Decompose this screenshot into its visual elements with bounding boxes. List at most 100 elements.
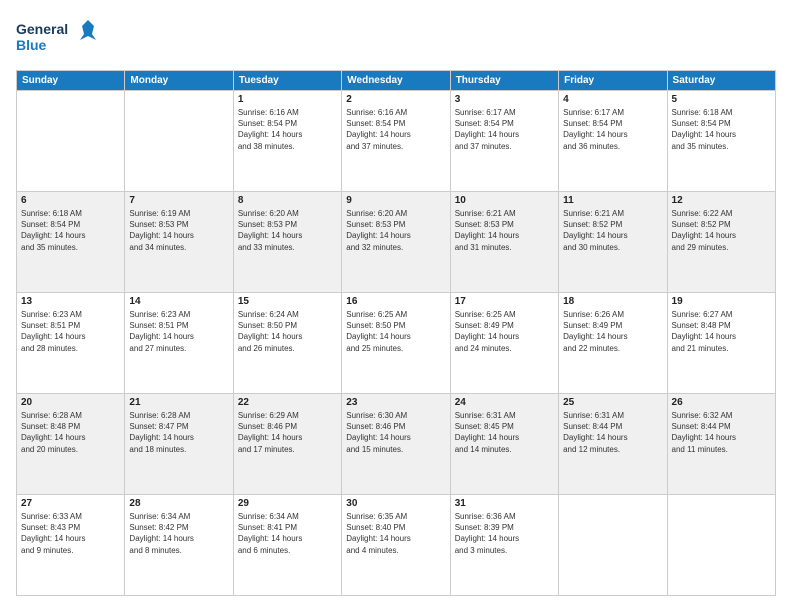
day-number: 24 xyxy=(455,397,554,408)
weekday-header-row: SundayMondayTuesdayWednesdayThursdayFrid… xyxy=(17,71,776,91)
calendar-cell: 1 Sunrise: 6:16 AM Sunset: 8:54 PM Daylig… xyxy=(233,91,341,192)
day-number: 2 xyxy=(346,94,445,105)
calendar-cell xyxy=(559,495,667,596)
day-info: Sunrise: 6:30 AM Sunset: 8:46 PM Dayligh… xyxy=(346,410,445,455)
calendar-cell: 4 Sunrise: 6:17 AM Sunset: 8:54 PM Daylig… xyxy=(559,91,667,192)
calendar-cell: 17 Sunrise: 6:25 AM Sunset: 8:49 PM Dayli… xyxy=(450,293,558,394)
calendar-cell: 10 Sunrise: 6:21 AM Sunset: 8:53 PM Dayli… xyxy=(450,192,558,293)
calendar-cell: 3Sunrise: 6:17 AM Sunset: 8:54 PM Daylig… xyxy=(450,91,558,192)
calendar-cell: 9 Sunrise: 6:20 AM Sunset: 8:53 PM Daylig… xyxy=(342,192,450,293)
calendar-cell: 2 Sunrise: 6:16 AM Sunset: 8:54 PM Daylig… xyxy=(342,91,450,192)
day-number: 8 xyxy=(238,195,337,206)
day-info: Sunrise: 6:34 AM Sunset: 8:42 PM Dayligh… xyxy=(129,511,228,556)
calendar-cell: 12 Sunrise: 6:22 AM Sunset: 8:52 PM Dayli… xyxy=(667,192,775,293)
day-info: Sunrise: 6:35 AM Sunset: 8:40 PM Dayligh… xyxy=(346,511,445,556)
calendar-cell: 20Sunrise: 6:28 AM Sunset: 8:48 PM Dayli… xyxy=(17,394,125,495)
day-info: Sunrise: 6:28 AM Sunset: 8:47 PM Dayligh… xyxy=(129,410,228,455)
day-number: 12 xyxy=(672,195,771,206)
weekday-header-thursday: Thursday xyxy=(450,71,558,91)
day-number: 15 xyxy=(238,296,337,307)
day-number: 7 xyxy=(129,195,228,206)
day-info: Sunrise: 6:21 AM Sunset: 8:53 PM Dayligh… xyxy=(455,208,554,253)
day-info: Sunrise: 6:31 AM Sunset: 8:45 PM Dayligh… xyxy=(455,410,554,455)
day-info: Sunrise: 6:24 AM Sunset: 8:50 PM Dayligh… xyxy=(238,309,337,354)
calendar-cell: 15 Sunrise: 6:24 AM Sunset: 8:50 PM Dayli… xyxy=(233,293,341,394)
day-info: Sunrise: 6:20 AM Sunset: 8:53 PM Dayligh… xyxy=(238,208,337,253)
calendar-cell: 24 Sunrise: 6:31 AM Sunset: 8:45 PM Dayli… xyxy=(450,394,558,495)
day-info: Sunrise: 6:25 AM Sunset: 8:49 PM Dayligh… xyxy=(455,309,554,354)
day-info: Sunrise: 6:28 AM Sunset: 8:48 PM Dayligh… xyxy=(21,410,120,455)
calendar-cell: 22Sunrise: 6:29 AM Sunset: 8:46 PM Dayli… xyxy=(233,394,341,495)
day-info: Sunrise: 6:32 AM Sunset: 8:44 PM Dayligh… xyxy=(672,410,771,455)
calendar-cell: 7 Sunrise: 6:19 AM Sunset: 8:53 PM Daylig… xyxy=(125,192,233,293)
day-number: 9 xyxy=(346,195,445,206)
calendar-cell: 25Sunrise: 6:31 AM Sunset: 8:44 PM Dayli… xyxy=(559,394,667,495)
calendar-cell: 6 Sunrise: 6:18 AM Sunset: 8:54 PM Daylig… xyxy=(17,192,125,293)
day-info: Sunrise: 6:23 AM Sunset: 8:51 PM Dayligh… xyxy=(21,309,120,354)
day-number: 27 xyxy=(21,498,120,509)
day-info: Sunrise: 6:16 AM Sunset: 8:54 PM Dayligh… xyxy=(238,107,337,152)
weekday-header-wednesday: Wednesday xyxy=(342,71,450,91)
day-number: 6 xyxy=(21,195,120,206)
calendar-cell xyxy=(667,495,775,596)
week-row-2: 6 Sunrise: 6:18 AM Sunset: 8:54 PM Daylig… xyxy=(17,192,776,293)
day-number: 22 xyxy=(238,397,337,408)
day-number: 21 xyxy=(129,397,228,408)
day-info: Sunrise: 6:19 AM Sunset: 8:53 PM Dayligh… xyxy=(129,208,228,253)
calendar-cell: 8 Sunrise: 6:20 AM Sunset: 8:53 PM Daylig… xyxy=(233,192,341,293)
svg-text:Blue: Blue xyxy=(16,37,47,53)
day-number: 1 xyxy=(238,94,337,105)
day-info: Sunrise: 6:25 AM Sunset: 8:50 PM Dayligh… xyxy=(346,309,445,354)
day-number: 18 xyxy=(563,296,662,307)
day-number: 10 xyxy=(455,195,554,206)
calendar-cell: 14 Sunrise: 6:23 AM Sunset: 8:51 PM Dayli… xyxy=(125,293,233,394)
calendar-cell: 11 Sunrise: 6:21 AM Sunset: 8:52 PM Dayli… xyxy=(559,192,667,293)
day-number: 5 xyxy=(672,94,771,105)
day-number: 17 xyxy=(455,296,554,307)
day-number: 26 xyxy=(672,397,771,408)
day-info: Sunrise: 6:20 AM Sunset: 8:53 PM Dayligh… xyxy=(346,208,445,253)
day-info: Sunrise: 6:17 AM Sunset: 8:54 PM Dayligh… xyxy=(455,107,554,152)
calendar-cell: 31 Sunrise: 6:36 AM Sunset: 8:39 PM Dayli… xyxy=(450,495,558,596)
weekday-header-monday: Monday xyxy=(125,71,233,91)
day-info: Sunrise: 6:22 AM Sunset: 8:52 PM Dayligh… xyxy=(672,208,771,253)
calendar-cell xyxy=(17,91,125,192)
day-info: Sunrise: 6:17 AM Sunset: 8:54 PM Dayligh… xyxy=(563,107,662,152)
day-info: Sunrise: 6:21 AM Sunset: 8:52 PM Dayligh… xyxy=(563,208,662,253)
weekday-header-sunday: Sunday xyxy=(17,71,125,91)
day-info: Sunrise: 6:18 AM Sunset: 8:54 PM Dayligh… xyxy=(21,208,120,253)
calendar-table: SundayMondayTuesdayWednesdayThursdayFrid… xyxy=(16,70,776,596)
day-number: 29 xyxy=(238,498,337,509)
day-info: Sunrise: 6:36 AM Sunset: 8:39 PM Dayligh… xyxy=(455,511,554,556)
week-row-5: 27Sunrise: 6:33 AM Sunset: 8:43 PM Dayli… xyxy=(17,495,776,596)
day-info: Sunrise: 6:18 AM Sunset: 8:54 PM Dayligh… xyxy=(672,107,771,152)
calendar-cell: 28 Sunrise: 6:34 AM Sunset: 8:42 PM Dayli… xyxy=(125,495,233,596)
calendar-cell: 23Sunrise: 6:30 AM Sunset: 8:46 PM Dayli… xyxy=(342,394,450,495)
day-number: 13 xyxy=(21,296,120,307)
day-number: 11 xyxy=(563,195,662,206)
calendar-cell: 30 Sunrise: 6:35 AM Sunset: 8:40 PM Dayli… xyxy=(342,495,450,596)
day-info: Sunrise: 6:16 AM Sunset: 8:54 PM Dayligh… xyxy=(346,107,445,152)
day-number: 25 xyxy=(563,397,662,408)
calendar-cell: 13 Sunrise: 6:23 AM Sunset: 8:51 PM Dayli… xyxy=(17,293,125,394)
day-info: Sunrise: 6:27 AM Sunset: 8:48 PM Dayligh… xyxy=(672,309,771,354)
calendar-cell xyxy=(125,91,233,192)
svg-text:General: General xyxy=(16,21,68,37)
calendar-cell: 26 Sunrise: 6:32 AM Sunset: 8:44 PM Dayli… xyxy=(667,394,775,495)
calendar-cell: 21 Sunrise: 6:28 AM Sunset: 8:47 PM Dayli… xyxy=(125,394,233,495)
day-number: 4 xyxy=(563,94,662,105)
week-row-3: 13 Sunrise: 6:23 AM Sunset: 8:51 PM Dayli… xyxy=(17,293,776,394)
day-number: 28 xyxy=(129,498,228,509)
page-header: General Blue xyxy=(16,16,776,60)
day-info: Sunrise: 6:34 AM Sunset: 8:41 PM Dayligh… xyxy=(238,511,337,556)
day-number: 31 xyxy=(455,498,554,509)
day-info: Sunrise: 6:23 AM Sunset: 8:51 PM Dayligh… xyxy=(129,309,228,354)
day-info: Sunrise: 6:26 AM Sunset: 8:49 PM Dayligh… xyxy=(563,309,662,354)
day-number: 19 xyxy=(672,296,771,307)
week-row-4: 20Sunrise: 6:28 AM Sunset: 8:48 PM Dayli… xyxy=(17,394,776,495)
day-number: 14 xyxy=(129,296,228,307)
day-number: 30 xyxy=(346,498,445,509)
week-row-1: 1 Sunrise: 6:16 AM Sunset: 8:54 PM Daylig… xyxy=(17,91,776,192)
calendar-cell: 16Sunrise: 6:25 AM Sunset: 8:50 PM Dayli… xyxy=(342,293,450,394)
logo-svg: General Blue xyxy=(16,16,96,60)
